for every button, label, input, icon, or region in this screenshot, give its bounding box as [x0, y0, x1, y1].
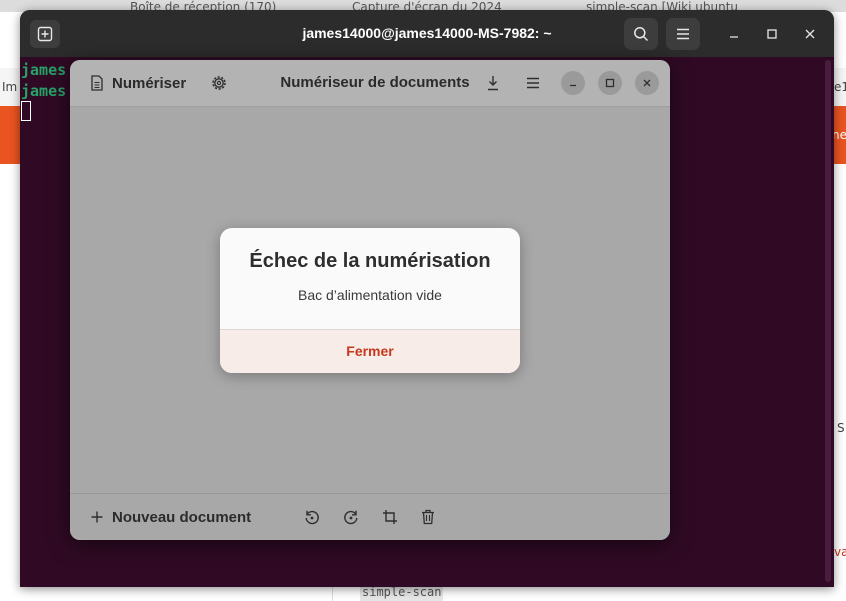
hamburger-menu-icon	[677, 28, 689, 40]
document-icon	[91, 75, 103, 91]
hamburger-menu-icon	[527, 77, 539, 89]
close-icon	[643, 79, 651, 87]
scan-button-label: Numériser	[112, 74, 187, 92]
rotate-left-icon	[305, 510, 319, 525]
save-button[interactable]	[480, 71, 506, 95]
minimize-icon	[730, 36, 738, 38]
scanner-header-bar: Numériser Numériseur de documents	[70, 60, 670, 107]
gear-icon	[212, 76, 226, 90]
background-divider	[332, 586, 333, 601]
terminal-minimize-button[interactable]	[720, 20, 748, 48]
terminal-close-button[interactable]	[796, 20, 824, 48]
new-document-button[interactable]: Nouveau document	[90, 502, 251, 532]
close-icon	[805, 29, 815, 39]
terminal-header-bar: james14000@james14000-MS-7982: ~	[20, 10, 834, 57]
maximize-icon	[605, 78, 615, 88]
terminal-menu-button[interactable]	[666, 18, 700, 50]
background-banner: ne	[832, 106, 846, 164]
dialog-title: Échec de la numérisation	[249, 250, 491, 272]
terminal-scrollbar[interactable]	[825, 60, 831, 582]
download-icon	[488, 76, 498, 91]
rotate-left-button[interactable]	[301, 505, 323, 529]
terminal-prompt-line: james	[21, 61, 67, 79]
dialog-close-button[interactable]: Fermer	[220, 330, 520, 373]
crop-icon	[383, 510, 397, 524]
new-tab-icon	[37, 26, 53, 42]
background-text-fragment: Im	[2, 80, 18, 94]
scanner-menu-button[interactable]	[520, 71, 546, 95]
terminal-prompt-line: james	[21, 82, 67, 100]
scanner-maximize-button[interactable]	[598, 71, 622, 95]
preferences-button[interactable]	[206, 71, 232, 95]
rotate-right-button[interactable]	[340, 505, 362, 529]
background-text-fragment: var	[834, 545, 846, 559]
search-icon	[634, 27, 649, 42]
scanner-minimize-button[interactable]	[561, 71, 585, 95]
scanner-close-button[interactable]	[635, 71, 659, 95]
terminal-cursor	[21, 101, 31, 121]
background-text-fragment: ne	[832, 128, 846, 142]
maximize-icon	[767, 29, 777, 39]
delete-page-button[interactable]	[417, 505, 439, 529]
dialog-message: Bac d’alimentation vide	[298, 287, 442, 303]
plus-icon	[91, 511, 103, 523]
terminal-title: james14000@james14000-MS-7982: ~	[302, 25, 552, 41]
terminal-search-button[interactable]	[624, 18, 658, 50]
scanner-footer-bar: Nouveau document	[70, 493, 670, 540]
background-text-fragment: e1-	[834, 80, 846, 94]
background-banner	[0, 106, 22, 164]
scanner-window-title: Numériseur de documents	[280, 74, 470, 91]
trash-icon	[422, 509, 434, 525]
rotate-right-icon	[344, 510, 358, 525]
new-document-label: Nouveau document	[112, 508, 252, 526]
crop-button[interactable]	[379, 505, 401, 529]
minimize-icon	[570, 84, 576, 87]
scan-button[interactable]: Numériser	[84, 67, 192, 99]
background-text-fragment: S	[837, 421, 845, 435]
new-tab-button[interactable]	[30, 20, 60, 48]
terminal-maximize-button[interactable]	[758, 20, 786, 48]
scan-failed-dialog: Échec de la numérisation Bac d’alimentat…	[220, 228, 520, 373]
